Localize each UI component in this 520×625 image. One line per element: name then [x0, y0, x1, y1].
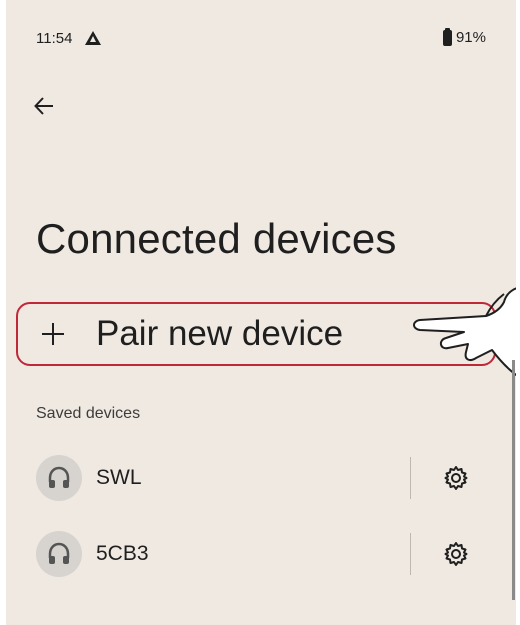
headphones-icon	[36, 455, 82, 501]
plus-icon	[38, 319, 68, 349]
gear-icon[interactable]	[438, 460, 474, 496]
saved-devices-header: Saved devices	[36, 405, 141, 422]
status-bar: 11:54 91%	[6, 0, 516, 78]
device-name: SWL	[96, 466, 142, 489]
arrow-left-icon	[34, 97, 53, 115]
pair-new-device-button[interactable]: Pair new device	[16, 302, 496, 366]
headphones-icon	[36, 531, 82, 577]
warning-triangle-icon	[84, 30, 102, 46]
back-button[interactable]	[28, 90, 60, 122]
screen: 11:54 91% Connected devices Pair new dev…	[6, 0, 516, 625]
device-name: 5CB3	[96, 542, 149, 565]
battery-icon	[442, 27, 452, 46]
pair-new-device-label: Pair new device	[96, 314, 344, 353]
battery-status: 91%	[442, 27, 486, 46]
divider	[410, 457, 411, 499]
gear-icon[interactable]	[438, 536, 474, 572]
page-title: Connected devices	[36, 215, 397, 262]
battery-percent: 91%	[455, 29, 486, 46]
scrollbar[interactable]	[512, 360, 515, 600]
divider	[410, 533, 411, 575]
status-time: 11:54	[36, 30, 73, 47]
device-row-swl[interactable]: SWL	[6, 443, 516, 513]
device-row-5cb3[interactable]: 5CB3	[6, 519, 516, 589]
right-margin	[516, 0, 520, 625]
